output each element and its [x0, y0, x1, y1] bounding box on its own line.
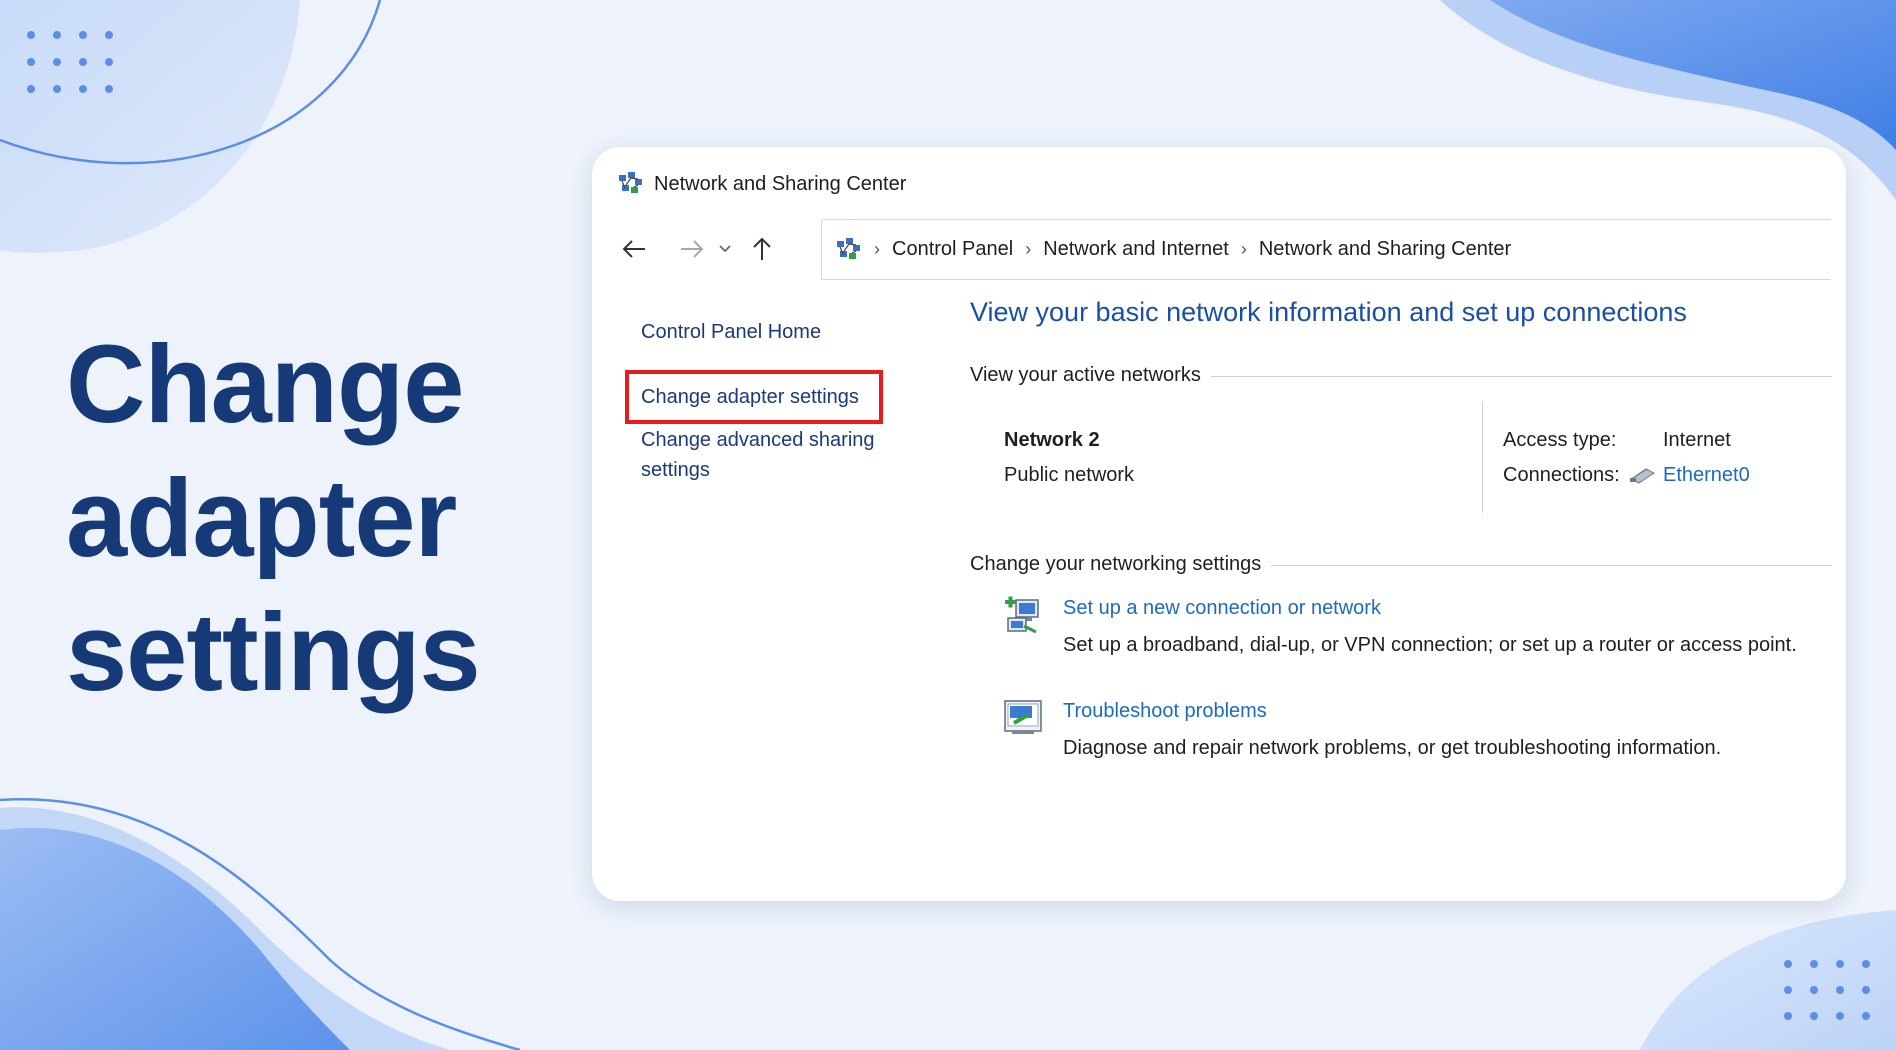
arrow-left-icon [622, 240, 645, 258]
ethernet-icon [1628, 465, 1656, 490]
active-networks-label: View your active networks [970, 363, 1201, 386]
change-adapter-settings-link[interactable]: Change adapter settings [641, 382, 859, 412]
page-title: View your basic network information and … [970, 297, 1687, 327]
headline: Change adapter settings [66, 318, 536, 720]
decorative-dots-bottom-right [1784, 960, 1870, 1020]
network-sharing-center-window: Network and Sharing Center › Control Pan… [592, 147, 1846, 901]
breadcrumb-control-panel[interactable]: Control Panel [892, 238, 1013, 261]
recent-locations-button[interactable] [716, 233, 734, 265]
network-center-icon [618, 171, 644, 197]
ethernet-connection-link[interactable]: Ethernet0 [1663, 464, 1750, 487]
title-bar: Network and Sharing Center [618, 169, 906, 199]
up-button[interactable] [746, 233, 778, 265]
troubleshoot-problems-link[interactable]: Troubleshoot problems [1063, 700, 1267, 723]
headline-line-1: Change [66, 323, 464, 446]
access-type-label: Access type: [1503, 429, 1617, 451]
setup-connection-link[interactable]: Set up a new connection or network [1063, 597, 1381, 620]
arrow-up-icon [753, 237, 771, 260]
breadcrumb-separator: › [1025, 239, 1032, 259]
change-advanced-sharing-settings-link[interactable]: Change advanced sharing settings [641, 425, 875, 485]
chevron-down-icon [719, 245, 731, 253]
back-button[interactable] [618, 233, 650, 265]
network-info-divider [1482, 401, 1483, 513]
network-name: Network 2 [1004, 429, 1100, 451]
advanced-sharing-line-1: Change advanced sharing [641, 429, 875, 451]
breadcrumb-network-sharing-center[interactable]: Network and Sharing Center [1259, 238, 1511, 261]
new-connection-icon [1002, 594, 1044, 641]
setup-connection-description: Set up a broadband, dial-up, or VPN conn… [1063, 634, 1797, 656]
change-networking-settings-label: Change your networking settings [970, 552, 1262, 575]
navigation-bar: › Control Panel › Network and Internet ›… [592, 219, 1846, 281]
advanced-sharing-line-2: settings [641, 459, 710, 481]
network-type[interactable]: Public network [1004, 464, 1134, 487]
forward-button[interactable] [676, 233, 708, 265]
section-divider [1271, 564, 1832, 566]
troubleshoot-description: Diagnose and repair network problems, or… [1063, 737, 1722, 759]
headline-line-2: adapter [66, 457, 457, 580]
decorative-dots-top-left [27, 31, 113, 93]
active-networks-section: View your active networks [970, 360, 1832, 390]
address-network-icon [836, 237, 862, 263]
connections-label: Connections: [1503, 464, 1620, 486]
arrow-right-icon [681, 240, 704, 258]
networking-settings-section: Change your networking settings [970, 549, 1832, 579]
access-type-value: Internet [1663, 429, 1731, 451]
breadcrumb-separator: › [874, 239, 880, 259]
breadcrumb-network-internet[interactable]: Network and Internet [1043, 238, 1229, 261]
control-panel-home-link[interactable]: Control Panel Home [641, 317, 821, 347]
troubleshoot-icon [1002, 697, 1044, 742]
address-bar[interactable]: › Control Panel › Network and Internet ›… [821, 219, 1831, 280]
headline-line-3: settings [66, 591, 481, 714]
breadcrumb-separator: › [1240, 239, 1247, 259]
window-title: Network and Sharing Center [654, 172, 907, 195]
section-divider [1210, 375, 1832, 377]
